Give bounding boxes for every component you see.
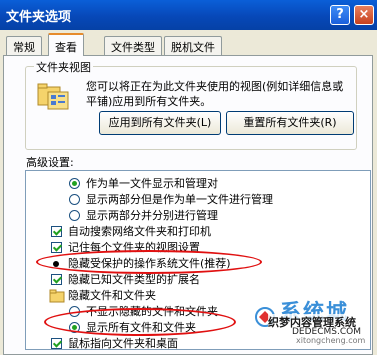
- folder-views-group: 文件夹视图 您可以将正在为此文件夹使用的视图(例如详细信息或平铺)应用到所有文件…: [25, 59, 357, 150]
- apply-to-all-folders-button[interactable]: 应用到所有文件夹(L): [99, 111, 221, 135]
- folder-views-icon: [37, 83, 69, 110]
- watermark: 系统城 织梦内容管理系统 DEDECMS.COM xitongcheng.com: [252, 296, 377, 345]
- watermark-bottom-text: xitongcheng.com: [296, 336, 366, 345]
- tab-offline-files[interactable]: 脱机文件: [164, 36, 222, 55]
- reset-all-folders-button[interactable]: 重置所有文件夹(R): [226, 111, 354, 135]
- bullet-icon: [53, 261, 59, 267]
- folder-icon: [49, 289, 65, 303]
- setting-label: 自动搜索网络文件夹和打印机: [68, 225, 211, 238]
- checkbox-checked[interactable]: [51, 242, 62, 253]
- checkbox-checked[interactable]: [51, 226, 62, 237]
- radio-unselected[interactable]: [69, 194, 80, 205]
- setting-label: 显示两部分但是作为单一文件进行管理: [86, 193, 273, 206]
- radio-unselected[interactable]: [69, 210, 80, 221]
- radio-selected[interactable]: [69, 178, 80, 189]
- help-button[interactable]: ?: [330, 5, 350, 25]
- advanced-settings-label: 高级设置:: [26, 156, 74, 169]
- radio-selected[interactable]: [69, 322, 80, 333]
- tab-file-types[interactable]: 文件类型: [104, 36, 162, 55]
- title-bar: 文件夹选项 ? ×: [0, 0, 377, 30]
- close-button[interactable]: ×: [354, 5, 374, 25]
- setting-label: 显示两部分并分别进行管理: [86, 209, 218, 222]
- checkbox-checked[interactable]: [51, 274, 62, 285]
- setting-label: 记住每个文件夹的视图设置: [68, 241, 200, 254]
- tab-general[interactable]: 常规: [6, 36, 42, 55]
- tab-view[interactable]: 查看: [48, 33, 84, 56]
- setting-label: 隐藏已知文件类型的扩展名: [68, 273, 200, 286]
- setting-label: 作为单一文件显示和管理对: [86, 177, 218, 190]
- setting-group-label: 隐藏文件和文件夹: [68, 289, 156, 302]
- setting-label: 显示所有文件和文件夹: [86, 321, 196, 334]
- setting-label: 不显示隐藏的文件和文件夹: [86, 305, 218, 318]
- setting-label: 鼠标指向文件夹和桌面: [68, 337, 178, 350]
- folder-views-description: 您可以将正在为此文件夹使用的视图(例如详细信息或平铺)应用到所有文件夹。: [86, 80, 344, 108]
- folder-views-title: 文件夹视图: [34, 59, 93, 75]
- radio-unselected[interactable]: [69, 306, 80, 317]
- window-title: 文件夹选项: [6, 10, 72, 25]
- checkbox-checked[interactable]: [51, 338, 62, 349]
- setting-label: 隐藏受保护的操作系统文件(推荐): [68, 257, 231, 270]
